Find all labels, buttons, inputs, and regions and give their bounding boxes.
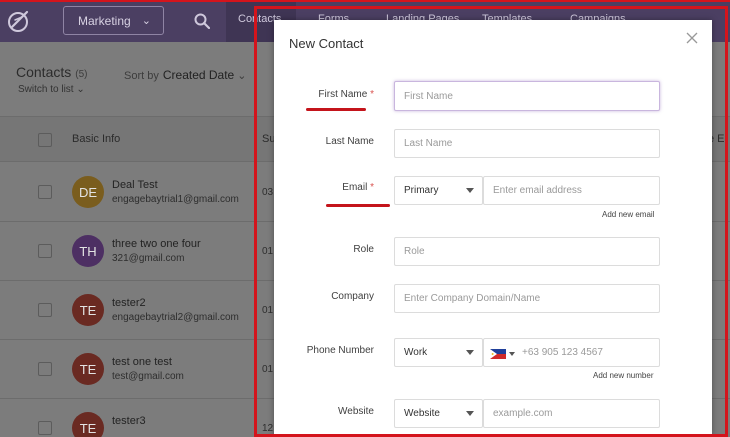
first-name-input[interactable]: First Name	[394, 81, 660, 111]
page-title-text: Contacts	[16, 64, 72, 80]
email-type-select[interactable]: Primary	[394, 176, 483, 205]
switch-to-list-link[interactable]: Switch to list ⌄	[18, 84, 85, 95]
contact-score: 01	[262, 246, 274, 257]
email-placeholder: Enter email address	[493, 185, 582, 196]
contact-score: 12	[262, 423, 274, 434]
search-icon[interactable]	[194, 13, 210, 29]
row-checkbox[interactable]	[38, 303, 52, 317]
contact-name[interactable]: test one test	[112, 356, 172, 368]
avatar: TE	[72, 294, 104, 326]
website-type-select[interactable]: Website	[394, 399, 483, 428]
engagebay-logo-icon[interactable]	[6, 8, 32, 34]
last-name-placeholder: Last Name	[404, 138, 453, 149]
company-input[interactable]: Enter Company Domain/Name	[394, 284, 660, 313]
contact-email: engagebaytrial2@gmail.com	[112, 312, 239, 323]
website-placeholder: example.com	[493, 408, 553, 419]
company-placeholder: Enter Company Domain/Name	[404, 293, 541, 304]
philippines-flag-icon[interactable]	[490, 349, 506, 359]
phone-placeholder: +63 905 123 4567	[522, 347, 603, 358]
chevron-down-icon: ⌄	[141, 15, 151, 27]
contact-score: 03	[262, 187, 274, 198]
website-input[interactable]: example.com	[483, 399, 660, 428]
contact-email: test@gmail.com	[112, 371, 184, 382]
contact-score: 01	[262, 364, 274, 375]
avatar: TH	[72, 235, 104, 267]
annotation-underline	[306, 108, 366, 111]
row-checkbox[interactable]	[38, 421, 52, 435]
website-type-value: Website	[404, 408, 440, 419]
chevron-down-icon: ⌄	[237, 70, 247, 82]
row-checkbox[interactable]	[38, 244, 52, 258]
sort-control[interactable]: Sort by Created Date ⌄	[124, 68, 247, 82]
contact-email: 321@gmail.com	[112, 253, 185, 264]
contact-name[interactable]: three two one four	[112, 238, 201, 250]
add-new-number-link[interactable]: Add new number	[593, 371, 653, 380]
avatar: DE	[72, 176, 104, 208]
contacts-count: (5)	[75, 69, 88, 80]
page-title: Contacts (5)	[16, 64, 87, 80]
chevron-down-icon: ⌄	[76, 84, 85, 95]
avatar: TE	[72, 353, 104, 385]
workspace-label: Marketing	[78, 13, 131, 28]
role-placeholder: Role	[404, 246, 425, 257]
caret-down-icon	[466, 411, 474, 416]
contact-name[interactable]: Deal Test	[112, 179, 158, 191]
phone-number-label: Phone Number	[306, 345, 374, 356]
select-all-checkbox[interactable]	[38, 133, 52, 147]
first-name-placeholder: First Name	[404, 90, 453, 102]
email-label: Email *	[274, 182, 374, 193]
caret-down-icon	[466, 350, 474, 355]
close-icon[interactable]	[686, 32, 698, 44]
website-label: Website	[338, 406, 374, 417]
contact-name[interactable]: tester3	[112, 415, 146, 427]
avatar: TE	[72, 412, 104, 437]
phone-type-select[interactable]: Work	[394, 338, 483, 367]
row-checkbox[interactable]	[38, 185, 52, 199]
contact-email: engagebaytrial1@gmail.com	[112, 194, 239, 205]
first-name-label-text: First Name	[318, 89, 368, 100]
role-label: Role	[353, 244, 374, 255]
first-name-label: First Name *	[274, 89, 374, 100]
phone-type-value: Work	[404, 347, 428, 358]
required-marker: *	[370, 89, 374, 100]
sort-value: Created Date	[162, 68, 235, 82]
new-contact-modal: New Contact First Name * First Name Last…	[274, 20, 712, 437]
workspace-dropdown[interactable]: Marketing ⌄	[63, 6, 164, 35]
switch-to-list-label: Switch to list	[18, 84, 74, 95]
annotation-top-line	[0, 0, 730, 2]
sort-label: Sort by	[124, 70, 159, 82]
caret-down-icon	[466, 188, 474, 193]
caret-down-icon	[509, 352, 515, 356]
contact-name[interactable]: tester2	[112, 297, 146, 309]
modal-title: New Contact	[289, 36, 364, 51]
column-header-basic-info[interactable]: Basic Info	[72, 133, 120, 145]
email-label-text: Email	[342, 182, 368, 193]
role-input[interactable]: Role	[394, 237, 660, 266]
last-name-label: Last Name	[325, 136, 374, 147]
add-new-email-link[interactable]: Add new email	[602, 210, 654, 219]
phone-input[interactable]: +63 905 123 4567	[483, 338, 660, 367]
company-label: Company	[331, 291, 374, 302]
email-type-value: Primary	[404, 185, 439, 196]
email-input[interactable]: Enter email address	[483, 176, 660, 205]
required-marker: *	[370, 182, 374, 193]
contact-score: 01	[262, 305, 274, 316]
row-checkbox[interactable]	[38, 362, 52, 376]
annotation-underline	[326, 204, 390, 207]
last-name-input[interactable]: Last Name	[394, 129, 660, 158]
